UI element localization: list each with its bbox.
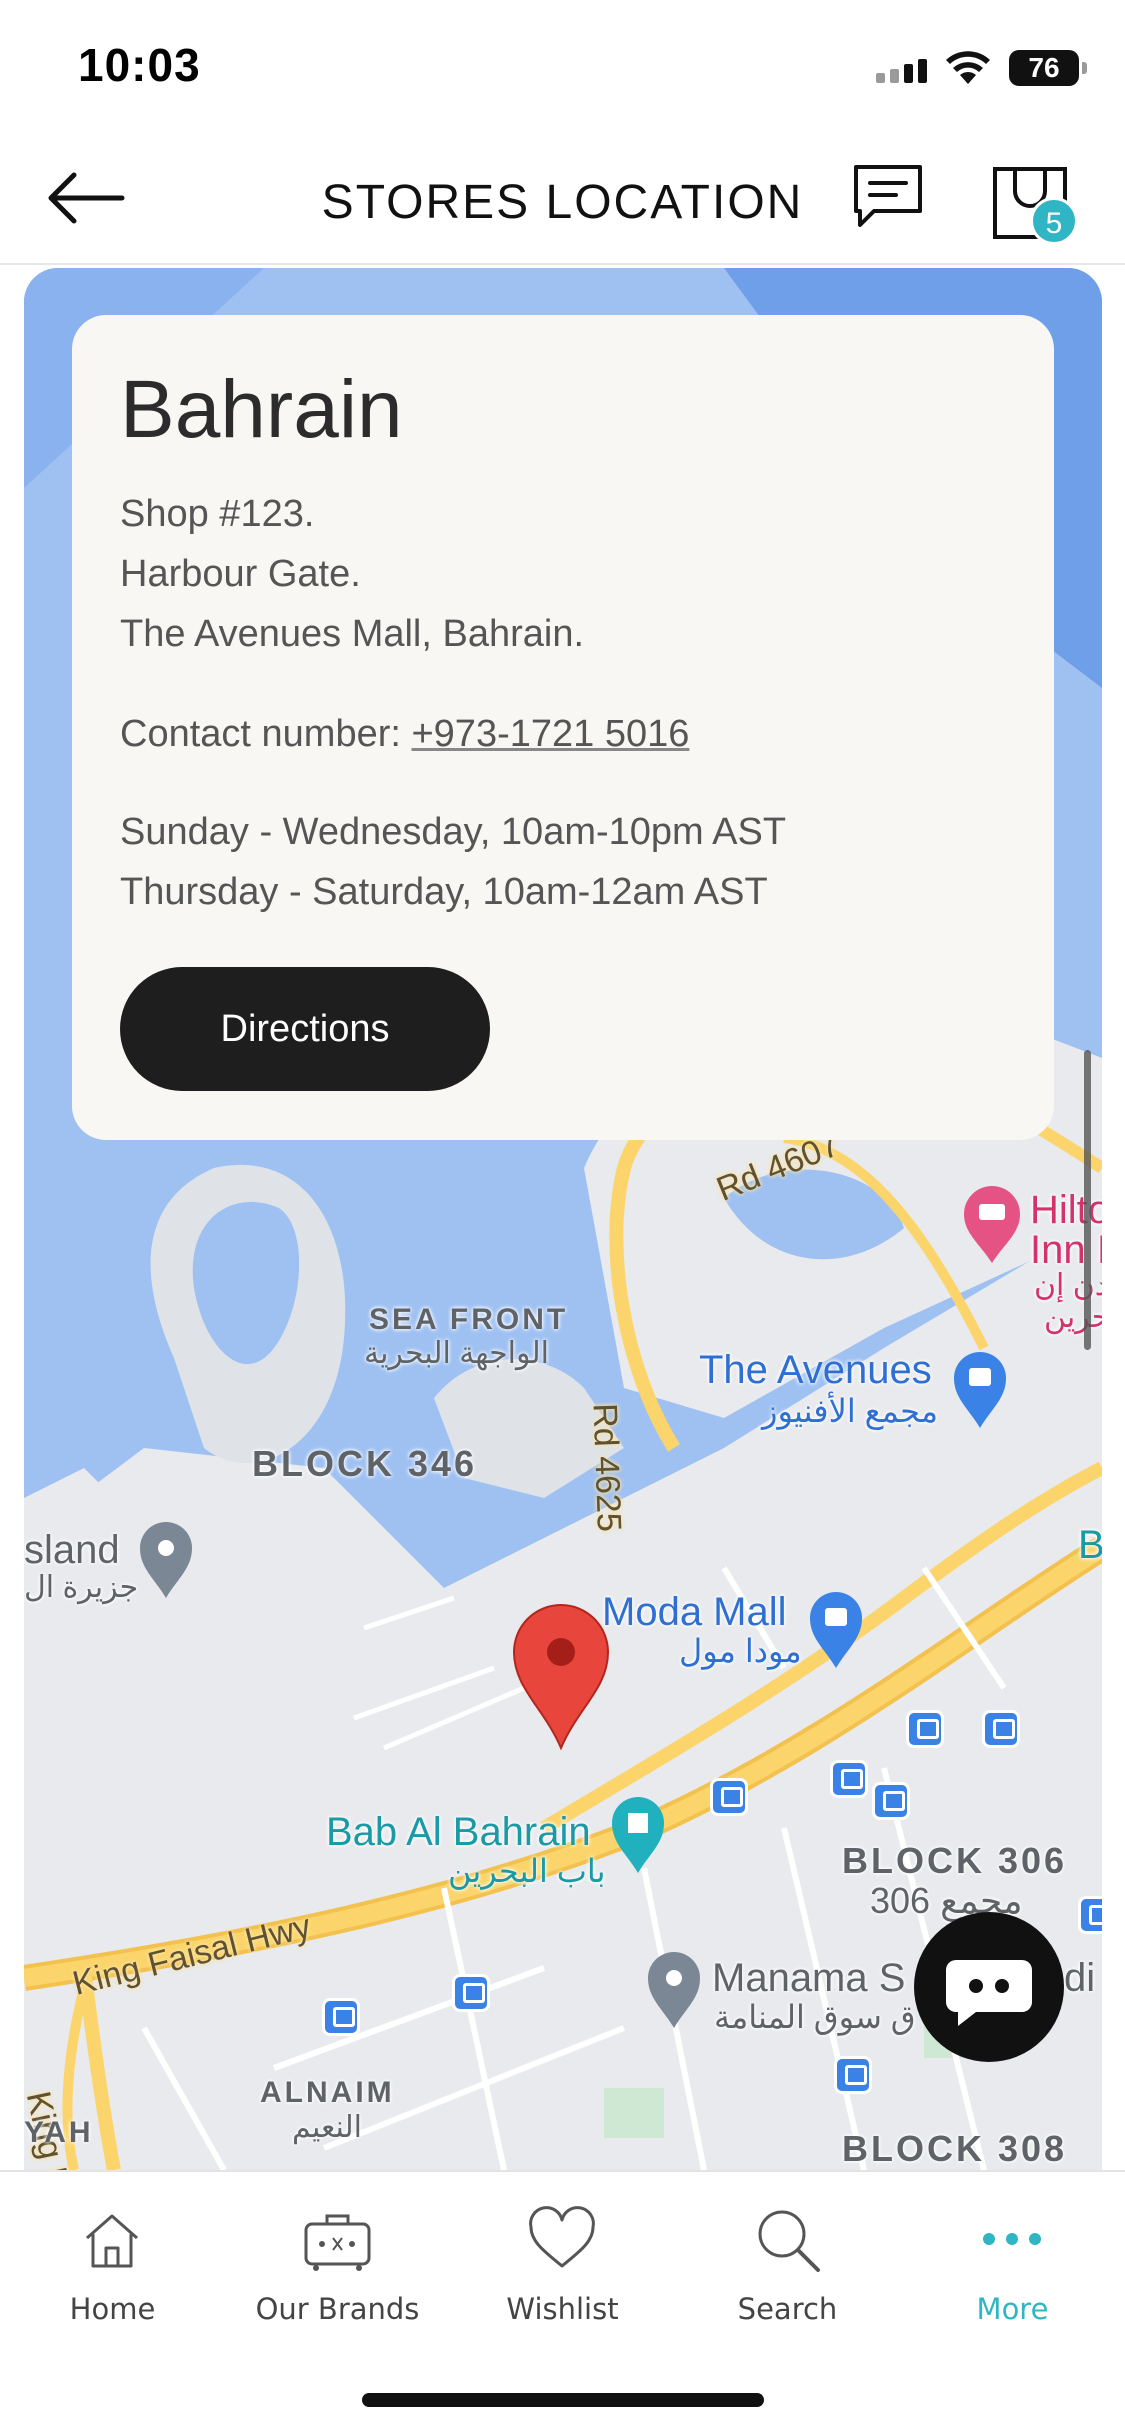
- message-icon: [854, 165, 922, 227]
- more-dots-icon: [983, 2233, 1041, 2245]
- map-label-sea-front: SEA FRONT: [369, 1303, 569, 1336]
- app-header: STORES LOCATION 5: [0, 135, 1125, 265]
- store-info-card: Bahrain Shop #123. Harbour Gate. The Ave…: [72, 315, 1054, 1140]
- chat-fab-button[interactable]: [914, 1912, 1064, 2062]
- messages-button[interactable]: [848, 157, 928, 237]
- map-label-island: sland: [24, 1528, 120, 1572]
- nav-item-home[interactable]: Home: [0, 2202, 225, 2342]
- nav-label-our-brands: Our Brands: [255, 2292, 420, 2326]
- map-label-moda-mall-ar: مودا مول: [679, 1633, 802, 1669]
- stores-location-screen: 10:03 76 STORES LOCATION 5 Hilto Inn I إ…: [0, 0, 1125, 2436]
- page-title: STORES LOCATION: [321, 176, 804, 229]
- address-line-2: Harbour Gate.: [120, 553, 361, 595]
- map-label-alnaim: ALNAIM: [260, 2076, 395, 2109]
- heart-icon: [529, 2206, 595, 2268]
- status-icons: 76: [876, 46, 1087, 90]
- map-label-hilton-2: Inn I: [1030, 1228, 1102, 1272]
- map-label-bab-al-bahrain-ar: باب البحرين: [448, 1853, 606, 1889]
- hours-line-1: Sunday - Wednesday, 10am-10pm AST: [120, 811, 787, 853]
- map-label-manama-souq-ar: ق سوق المنامة: [714, 1999, 916, 2035]
- chat-bubble-icon: [946, 1960, 1032, 2026]
- bus-stop-icon: [322, 1998, 360, 2036]
- bus-stop-icon: [872, 1782, 910, 1820]
- bus-stop-icon: [834, 2056, 872, 2094]
- map-label-the-avenues-ar: مجمع الأفنيوز: [762, 1393, 938, 1429]
- cellular-signal-icon: [876, 53, 927, 83]
- nav-label-more: More: [976, 2292, 1049, 2326]
- map-label-edge-b: B: [1078, 1523, 1102, 1567]
- battery-level: 76: [1028, 52, 1060, 83]
- bus-stop-icon: [452, 1974, 490, 2012]
- map-label-alnaim-ar: النعيم: [292, 2111, 363, 2144]
- nav-item-our-brands[interactable]: Our Brands: [225, 2202, 450, 2342]
- bus-stop-icon: [710, 1778, 748, 1816]
- bus-stop-icon: [830, 1760, 868, 1798]
- map-label-bab-al-bahrain: Bab Al Bahrain: [326, 1810, 591, 1854]
- wifi-icon: [946, 51, 990, 84]
- map-label-the-avenues: The Avenues: [699, 1348, 932, 1392]
- map-scrollbar[interactable]: [1084, 1050, 1091, 1350]
- map-label-yah: YAH: [24, 2116, 94, 2149]
- map-label-island-ar: جزيرة ال: [24, 1571, 139, 1604]
- battery-icon: 76: [1009, 50, 1087, 86]
- nav-item-search[interactable]: Search: [675, 2202, 900, 2342]
- home-icon: [86, 2214, 138, 2268]
- address-line-3: The Avenues Mall, Bahrain.: [120, 613, 585, 655]
- store-name: Bahrain: [120, 364, 403, 455]
- address-line-1: Shop #123.: [120, 493, 315, 535]
- directions-button[interactable]: Directions: [120, 967, 490, 1091]
- hours-line-2: Thursday - Saturday, 10am-12am AST: [120, 871, 768, 913]
- search-icon: [758, 2210, 820, 2272]
- map-label-rd-4625: Rd 4625: [585, 1402, 629, 1533]
- bus-stop-icon: [982, 1710, 1020, 1748]
- nav-item-more[interactable]: More: [900, 2202, 1125, 2342]
- cart-count-badge: 5: [1030, 197, 1078, 245]
- phone-link[interactable]: +973-1721 5016: [411, 713, 689, 755]
- map-label-sea-front-ar: الواجهة البحرية: [364, 1337, 549, 1370]
- map-label-hilton-ar-2: حرين: [1044, 1301, 1102, 1334]
- contact-row: Contact number: +973-1721 5016: [120, 713, 689, 756]
- map-label-hilton-ar: لدن إن: [1034, 1269, 1102, 1302]
- home-indicator: [362, 2393, 764, 2407]
- map-label-block-346: BLOCK 346: [252, 1443, 478, 1484]
- map-label-block-308: BLOCK 308: [842, 2128, 1068, 2169]
- bus-stop-icon: [1078, 1896, 1102, 1934]
- map-label-manama-souq: Manama S: [712, 1956, 906, 2000]
- bus-stop-icon: [906, 1710, 944, 1748]
- nav-item-wishlist[interactable]: Wishlist: [450, 2202, 675, 2342]
- status-time: 10:03: [78, 39, 201, 91]
- status-bar: 10:03 76: [0, 0, 1125, 135]
- map-label-manama-souq-end: di: [1064, 1956, 1096, 2000]
- nav-label-search: Search: [737, 2292, 838, 2326]
- map-label-block-306: BLOCK 306: [842, 1840, 1068, 1881]
- map-label-hilton: Hilto: [1030, 1188, 1102, 1232]
- contact-label: Contact number:: [120, 713, 401, 755]
- luggage-icon: [304, 2214, 371, 2271]
- map-label-moda-mall: Moda Mall: [602, 1590, 787, 1634]
- nav-label-wishlist: Wishlist: [506, 2292, 619, 2326]
- nav-label-home: Home: [69, 2292, 156, 2326]
